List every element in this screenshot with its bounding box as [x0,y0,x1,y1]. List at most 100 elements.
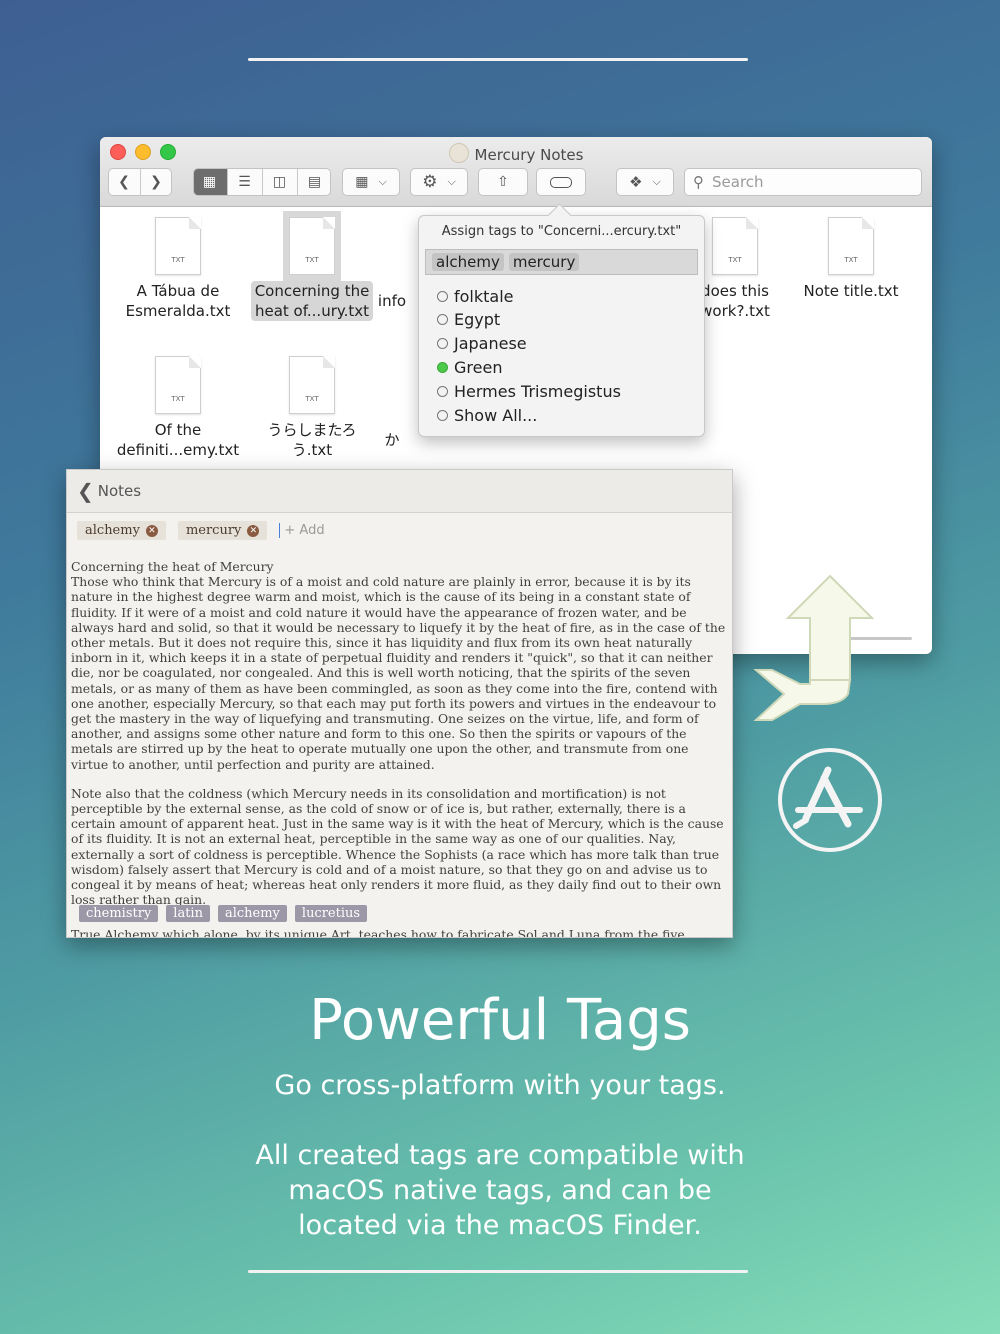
description-line: located via the macOS Finder. [298,1210,702,1241]
file-name: does this [701,282,769,300]
tags-button[interactable] [536,168,586,196]
file-name: か [384,431,400,449]
share-button[interactable]: ⇧ [478,168,528,196]
suggested-tag[interactable]: chemistry [79,905,159,922]
tag-color-dot [437,338,448,349]
subheadline: Go cross-platform with your tags. [274,1070,726,1101]
back-icon[interactable]: ❮ [109,169,141,195]
add-tag-input[interactable]: + Add [279,523,325,538]
gear-icon: ⚙ [422,172,438,192]
tag-option-japanese[interactable]: Japanese [437,334,527,353]
txt-file-icon [828,217,874,275]
title-bar: Mercury Notes ❮❯ ▦ ☰ ◫ ▤ ▦⌵ ⚙⌵ ⇧ ❖⌵ [100,137,932,207]
suggested-tag[interactable]: lucretius [294,905,368,922]
file-name: Of the [154,421,202,439]
forward-icon[interactable]: ❯ [141,169,172,195]
top-divider [248,58,748,61]
gallery-view-icon[interactable]: ▤ [298,169,331,195]
file-item[interactable]: うらしまたろう.txt [249,356,375,460]
suggested-tags: chemistry latin alchemy lucretius [79,905,368,922]
tag-color-dot [437,386,448,397]
file-name: definiti...emy.txt [116,441,240,459]
notes-back-button[interactable]: ❮ Notes [67,470,732,513]
view-mode-control: ▦ ☰ ◫ ▤ [193,168,331,196]
app-store-icon [778,748,882,852]
file-name: info [377,292,407,310]
search-icon: ⚲ [693,173,704,191]
green-tag-dot [437,362,448,373]
file-name: Note title.txt [803,282,899,300]
search-field[interactable]: ⚲ Search [684,168,922,196]
chevron-down-icon: ⌵ [378,175,387,188]
show-all-tags[interactable]: Show All... [437,406,537,425]
sync-arrows-icon [753,574,875,721]
app-store-glyph [793,766,863,829]
note-tag-label: mercury [185,523,242,538]
group-icon: ▦ [355,174,369,190]
file-name: Esmeralda.txt [125,302,231,320]
note-title: Concerning the heat of Mercury [71,559,274,574]
note-paragraph: Those who think that Mercury is of a moi… [71,574,726,772]
share-icon: ⇧ [497,174,509,190]
assigned-tag[interactable]: mercury [508,253,580,271]
action-button[interactable]: ⚙ ⌵ [410,168,468,196]
tag-icon [550,176,572,188]
file-name: うらしまたろ [267,421,357,439]
txt-file-icon [155,217,201,275]
column-view-icon[interactable]: ◫ [263,169,298,195]
tag-option-green[interactable]: Green [437,358,502,377]
tag-option-label: Hermes Trismegistus [454,382,621,401]
tag-color-dot [437,314,448,325]
chevron-down-icon: ⌵ [652,175,661,188]
tag-option-hermes[interactable]: Hermes Trismegistus [437,382,621,401]
note-tag[interactable]: alchemy ✕ [77,521,166,540]
txt-file-icon [712,217,758,275]
file-item[interactable]: Note title.txt [788,217,914,301]
file-item[interactable]: A Tábua de Esmeralda.txt [115,217,241,321]
tag-option-label: folktale [454,287,514,306]
tag-color-dot [437,291,448,302]
assign-tags-popover: Assign tags to "Concerni...ercury.txt" a… [418,203,705,437]
file-name: A Tábua de [136,282,220,300]
file-name: work?.txt [700,302,770,320]
file-item[interactable]: か [362,356,422,450]
remove-tag-icon[interactable]: ✕ [247,524,260,537]
txt-file-icon [289,356,335,414]
tag-option-folktale[interactable]: folktale [437,287,514,306]
txt-file-icon [155,356,201,414]
assigned-tag[interactable]: alchemy [432,253,504,271]
suggested-tag[interactable]: alchemy [217,905,287,922]
assigned-tags-field[interactable]: alchemy mercury [425,249,698,275]
app-icon [448,143,469,163]
description-line: All created tags are compatible with [255,1140,745,1171]
chevron-left-icon: ❮ [77,479,94,503]
dropbox-button[interactable]: ❖ ⌵ [616,168,674,196]
note-tag-label: alchemy [85,523,140,538]
file-item[interactable]: Of the definiti...emy.txt [115,356,241,460]
file-name: う.txt [291,441,333,459]
popover-title: Assign tags to "Concerni...ercury.txt" [441,224,682,239]
list-view-icon[interactable]: ☰ [228,169,263,195]
remove-tag-icon[interactable]: ✕ [145,524,158,537]
note-tag[interactable]: mercury ✕ [177,521,268,540]
back-forward-control: ❮ ❯ [108,168,172,196]
bottom-divider [248,1270,748,1273]
headline: Powerful Tags [309,988,691,1053]
tag-option-label: Green [454,358,503,377]
window-title: Mercury Notes [100,143,932,164]
description-line: macOS native tags, and can be [288,1175,712,1206]
tag-option-label: Egypt [454,310,501,329]
group-button[interactable]: ▦ ⌵ [342,168,400,196]
tag-option-label: Japanese [454,334,527,353]
note-paragraph: Note also that the coldness (which Mercu… [71,785,724,908]
tag-color-dot [437,410,448,421]
note-paragraph: True Alchemy which alone, by its unique … [71,927,685,938]
icon-view-icon[interactable]: ▦ [194,169,228,195]
note-body[interactable]: Concerning the heat of Mercury Those who… [71,559,726,938]
tag-option-label: Show All... [454,406,538,425]
suggested-tag[interactable]: latin [166,905,210,922]
txt-file-icon [283,211,341,281]
tag-option-egypt[interactable]: Egypt [437,310,500,329]
chevron-down-icon: ⌵ [447,175,456,188]
back-label: Notes [97,482,142,500]
